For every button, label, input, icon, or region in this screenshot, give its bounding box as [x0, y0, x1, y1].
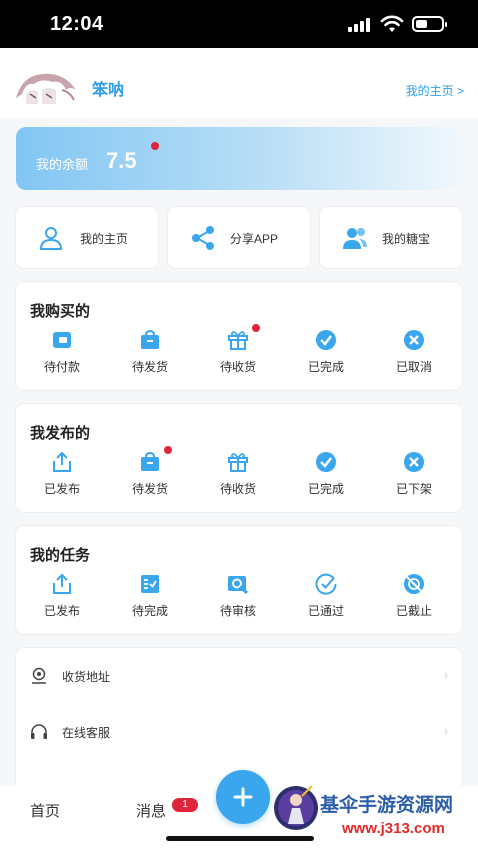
- quick-action-share[interactable]: 分享APP: [168, 207, 310, 268]
- message-count-badge: 1: [172, 798, 198, 812]
- item-label: 待付款: [43, 360, 80, 374]
- published-completed[interactable]: 已完成: [296, 450, 356, 500]
- battery-icon: [412, 16, 447, 32]
- signal-icon: [348, 18, 372, 32]
- item-label: 待收货: [219, 482, 256, 496]
- bag-icon: [141, 329, 159, 349]
- notification-dot: [151, 142, 159, 150]
- tasks-approved[interactable]: 已通过: [296, 572, 356, 622]
- username: 笨呐: [92, 82, 125, 99]
- x-circle-icon: [404, 330, 424, 350]
- add-button[interactable]: [216, 770, 270, 824]
- section-title: 我发布的: [30, 425, 91, 442]
- item-label: 已下架: [395, 482, 432, 496]
- tasks-section: 我的任务 已发布 待完成 待审核 已通过 已截止: [16, 526, 462, 634]
- balance-card[interactable]: 我的余额 7.5: [16, 127, 462, 190]
- quick-action-candy[interactable]: 我的糖宝: [320, 207, 462, 268]
- purchased-pending-receipt[interactable]: 待收货: [208, 324, 268, 378]
- watermark-logo-icon: [274, 785, 318, 830]
- item-label: 待完成: [131, 604, 168, 618]
- item-label: 待审核: [219, 604, 256, 618]
- quick-action-label: 我的糖宝: [382, 232, 431, 246]
- tasks-expired[interactable]: 已截止: [384, 572, 444, 622]
- wifi-icon: [380, 15, 404, 32]
- purchased-completed[interactable]: 已完成: [296, 328, 356, 378]
- item-label: 已通过: [307, 604, 344, 618]
- upload-icon: [53, 573, 71, 594]
- balance-label: 我的余额: [36, 157, 89, 172]
- status-time: 12:04: [50, 13, 104, 35]
- section-title: 我的任务: [30, 547, 91, 564]
- item-label: 待发货: [131, 482, 168, 496]
- notification-dot: [252, 324, 260, 332]
- chevron-right-icon: ›: [444, 668, 448, 682]
- search-icon: [228, 576, 249, 595]
- list-item-label: 在线客服: [62, 726, 111, 740]
- tasks-pending-review[interactable]: 待审核: [208, 572, 268, 622]
- published-pending-receipt[interactable]: 待收货: [208, 450, 268, 500]
- purchased-pending-shipment[interactable]: 待发货: [120, 328, 180, 378]
- tab-messages[interactable]: 消息: [136, 800, 166, 821]
- watermark-url: www.j313.com: [342, 820, 445, 837]
- plus-icon: [233, 787, 253, 807]
- published-section: 我发布的 已发布 待发货 待收货 已完成 已下架: [16, 404, 462, 512]
- user-icon: [39, 227, 63, 250]
- item-label: 待发货: [131, 360, 168, 374]
- group-icon: [343, 228, 367, 249]
- item-label: 待收货: [219, 360, 256, 374]
- gift-icon: [228, 331, 248, 350]
- purchased-section: 我购买的 待付款 待发货 待收货 已完成 已取消: [16, 282, 462, 390]
- avatar[interactable]: [12, 68, 82, 108]
- list-item-shipping-address[interactable]: 收货地址 ›: [16, 648, 462, 704]
- share-icon: [192, 226, 214, 250]
- item-label: 已发布: [43, 482, 80, 496]
- purchased-pending-payment[interactable]: 待付款: [32, 328, 92, 378]
- watermark-title: 基伞手游资源网: [320, 795, 454, 816]
- gift-icon: [228, 453, 248, 472]
- checklist-icon: [141, 575, 159, 593]
- tab-home[interactable]: 首页: [30, 800, 60, 821]
- x-circle-icon: [404, 452, 424, 472]
- quick-action-label: 分享APP: [230, 232, 279, 246]
- profile-header: 笨呐 我的主页 >: [0, 48, 478, 118]
- list-item-label: 收货地址: [62, 670, 111, 684]
- location-icon: [32, 667, 46, 684]
- check-outline-icon: [315, 573, 337, 595]
- headset-icon: [31, 724, 47, 739]
- tasks-pending-completion[interactable]: 待完成: [120, 572, 180, 622]
- my-homepage-link[interactable]: 我的主页 >: [406, 82, 464, 99]
- blocked-icon: [404, 574, 424, 594]
- item-label: 已完成: [307, 360, 344, 374]
- list-item-customer-service[interactable]: 在线客服 ›: [16, 704, 462, 760]
- item-label: 已截止: [395, 604, 432, 618]
- bag-icon: [141, 451, 159, 471]
- tasks-released[interactable]: 已发布: [32, 572, 92, 622]
- upload-icon: [53, 451, 71, 472]
- quick-action-label: 我的主页: [80, 232, 129, 246]
- balance-value: 7.5: [106, 148, 137, 173]
- published-pending-shipment[interactable]: 待发货: [120, 446, 180, 500]
- purchased-cancelled[interactable]: 已取消: [384, 328, 444, 378]
- quick-action-homepage[interactable]: 我的主页: [16, 207, 158, 268]
- check-circle-icon: [316, 330, 336, 350]
- item-label: 已完成: [307, 482, 344, 496]
- published-delisted[interactable]: 已下架: [384, 450, 444, 500]
- check-circle-icon: [316, 452, 336, 472]
- wallet-icon: [53, 332, 71, 348]
- published-released[interactable]: 已发布: [32, 450, 92, 500]
- section-title: 我购买的: [30, 303, 91, 320]
- notification-dot: [164, 446, 172, 454]
- status-bar: 12:04: [0, 0, 478, 48]
- chevron-right-icon: ›: [444, 724, 448, 738]
- watermark: 基伞手游资源网 www.j313.com: [272, 776, 478, 850]
- item-label: 已发布: [43, 604, 80, 618]
- item-label: 已取消: [395, 360, 432, 374]
